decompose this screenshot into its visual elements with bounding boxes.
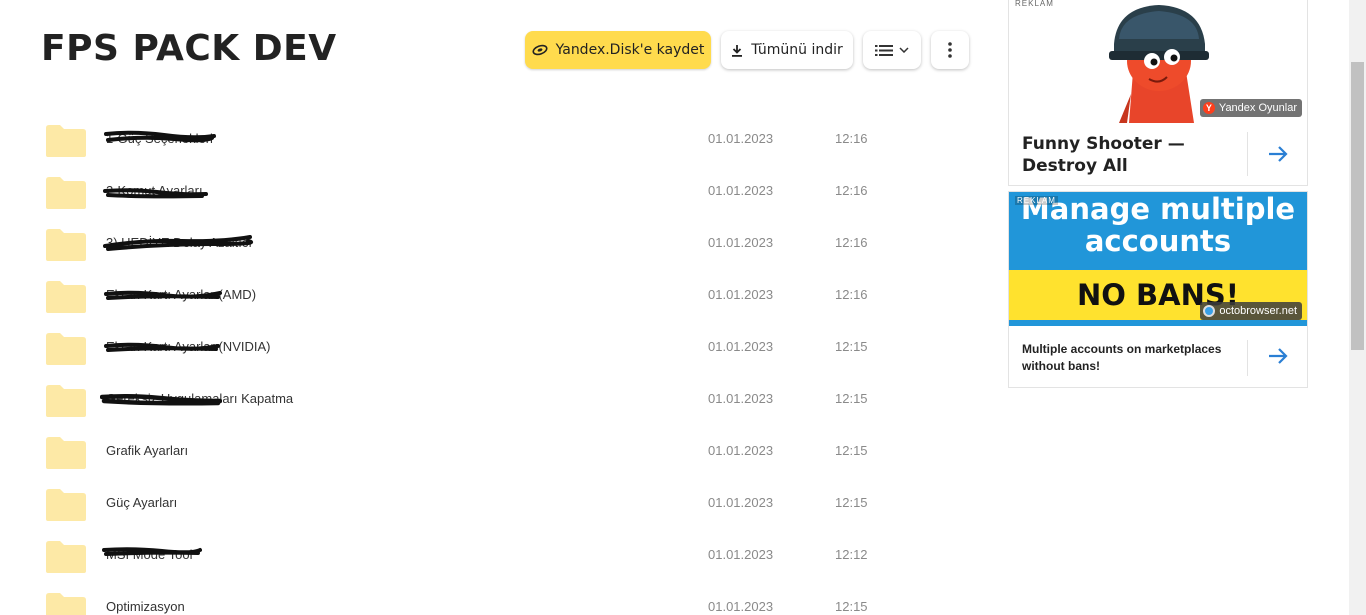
save-to-disk-button[interactable]: Yandex.Disk'e kaydet <box>525 31 711 69</box>
page-title: FPS PACK DEV <box>41 28 337 69</box>
file-row[interactable]: 3) HEDİYE Delay Azaltıcı 01.01.2023 12:1… <box>0 216 990 268</box>
file-time: 12:15 <box>835 599 868 614</box>
file-time: 12:15 <box>835 443 868 458</box>
folder-icon <box>46 593 86 615</box>
file-row[interactable]: Optimizasyon 01.01.2023 12:15 <box>0 580 990 615</box>
file-name: 1-Güç Seçenekleri <box>106 131 213 146</box>
file-date: 01.01.2023 <box>708 183 774 198</box>
file-date: 01.01.2023 <box>708 495 774 510</box>
file-row[interactable]: Gereksiz Uygulamaları Kapatma 01.01.2023… <box>0 372 990 424</box>
ad-source-badge: Y Yandex Oyunlar <box>1199 99 1302 117</box>
file-name: Ekran Kartı Ayarları(NVIDIA) <box>106 339 271 354</box>
file-row[interactable]: Ekran Kartı Ayarları(AMD) 01.01.2023 12:… <box>0 268 990 320</box>
more-options-button[interactable] <box>931 31 969 69</box>
ad-source-badge: octobrowser.net <box>1200 302 1302 320</box>
file-row[interactable]: Ekran Kartı Ayarları(NVIDIA) 01.01.2023 … <box>0 320 990 372</box>
arrow-right-icon[interactable] <box>1266 142 1290 166</box>
file-row[interactable]: Grafik Ayarları 01.01.2023 12:15 <box>0 424 990 476</box>
file-date: 01.01.2023 <box>708 391 774 406</box>
folder-icon <box>46 333 86 365</box>
file-time: 12:16 <box>835 287 868 302</box>
file-date: 01.01.2023 <box>708 547 774 562</box>
file-name: Gereksiz Uygulamaları Kapatma <box>106 391 294 406</box>
ad-card-game[interactable]: REKLAM Y Yandex Oyunlar Funny Shooter — … <box>1008 0 1308 186</box>
file-date: 01.01.2023 <box>708 339 774 354</box>
ad-label: REKLAM <box>1015 0 1054 8</box>
download-icon <box>732 44 743 57</box>
ad-banner-strip <box>1009 320 1307 326</box>
chevron-down-icon <box>899 47 909 53</box>
folder-icon <box>46 385 86 417</box>
file-time: 12:15 <box>835 495 868 510</box>
file-name: 3) HEDİYE Delay Azaltıcı <box>106 235 252 250</box>
file-time: 12:15 <box>835 339 868 354</box>
ad-source-text: octobrowser.net <box>1219 305 1297 317</box>
yandex-logo-icon: Y <box>1202 102 1215 114</box>
download-button-label: Tümünü indir <box>751 42 843 58</box>
file-name: Güç Ayarları <box>106 495 178 510</box>
file-time: 12:16 <box>835 235 868 250</box>
file-time: 12:16 <box>835 183 868 198</box>
file-row[interactable]: 2-Komut Ayarları 01.01.2023 12:16 <box>0 164 990 216</box>
folder-icon <box>46 281 86 313</box>
file-name: Ekran Kartı Ayarları(AMD) <box>106 287 257 302</box>
file-time: 12:12 <box>835 547 868 562</box>
file-name: 2-Komut Ayarları <box>106 183 203 198</box>
page: FPS PACK DEV Yandex.Disk'e kaydet Tümünü… <box>0 0 1366 615</box>
disk-icon <box>532 44 548 56</box>
file-date: 01.01.2023 <box>708 599 774 614</box>
folder-icon <box>46 229 86 261</box>
arrow-right-icon[interactable] <box>1266 344 1290 368</box>
ad-game-image: REKLAM Y Yandex Oyunlar <box>1009 0 1307 123</box>
file-date: 01.01.2023 <box>708 235 774 250</box>
ad-label: REKLAM <box>1015 196 1058 205</box>
ad-card-browser[interactable]: Manage multiple accounts NO BANS! REKLAM… <box>1008 191 1308 388</box>
file-name: MSİ Mode Tool <box>106 547 193 562</box>
folder-icon <box>46 437 86 469</box>
folder-icon <box>46 489 86 521</box>
ad-title: Funny Shooter — Destroy All <box>1022 134 1185 176</box>
folder-icon <box>46 177 86 209</box>
file-date: 01.01.2023 <box>708 131 774 146</box>
file-row[interactable]: Güç Ayarları 01.01.2023 12:15 <box>0 476 990 528</box>
ad-description: Multiple accounts on marketplaces withou… <box>1022 342 1222 373</box>
folder-icon <box>46 125 86 157</box>
file-row[interactable]: 1-Güç Seçenekleri 01.01.2023 12:16 <box>0 112 990 164</box>
file-date: 01.01.2023 <box>708 287 774 302</box>
file-row[interactable]: MSİ Mode Tool 01.01.2023 12:12 <box>0 528 990 580</box>
download-all-button[interactable]: Tümünü indir <box>721 31 853 69</box>
ad-divider <box>1247 340 1248 376</box>
file-time: 12:15 <box>835 391 868 406</box>
octo-logo-icon <box>1203 305 1216 317</box>
folder-icon <box>46 541 86 573</box>
file-date: 01.01.2023 <box>708 443 774 458</box>
file-time: 12:16 <box>835 131 868 146</box>
ad-divider <box>1247 132 1248 176</box>
file-name: Optimizasyon <box>106 599 185 614</box>
save-button-label: Yandex.Disk'e kaydet <box>555 42 705 58</box>
view-mode-button[interactable] <box>863 31 921 69</box>
file-name: Grafik Ayarları <box>106 443 189 458</box>
more-vertical-icon <box>948 42 952 58</box>
list-view-icon <box>875 44 893 56</box>
scrollbar-thumb[interactable] <box>1351 62 1364 350</box>
ad-source-text: Yandex Oyunlar <box>1218 102 1297 114</box>
